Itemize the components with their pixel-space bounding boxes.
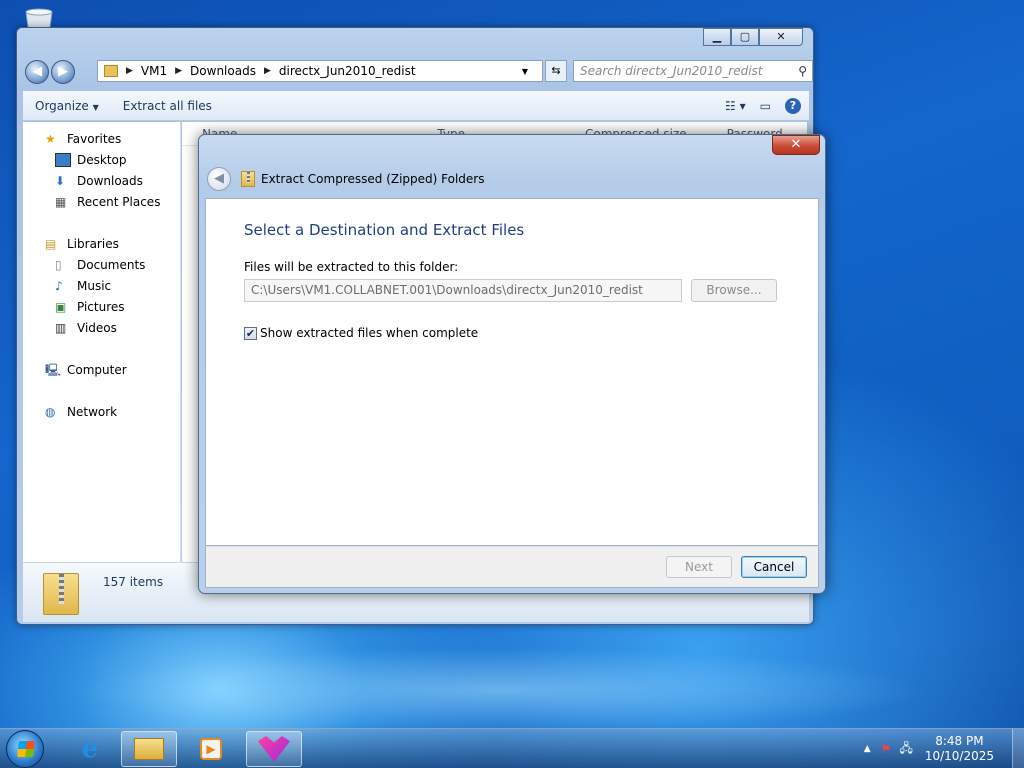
preview-pane-icon[interactable]: ▭ xyxy=(760,99,771,113)
show-extracted-checkbox-row[interactable]: ✔ Show extracted files when complete xyxy=(244,326,478,340)
dialog-footer: Next Cancel xyxy=(205,546,819,588)
taskbar: e ▶ ▲ ⚑ 🖧 8:48 PM 10/10/2025 xyxy=(0,728,1024,768)
organize-label: Organize xyxy=(35,98,89,113)
nav-label: Pictures xyxy=(77,300,125,314)
star-icon: ★ xyxy=(45,132,56,146)
maximize-button[interactable]: ▢ xyxy=(731,28,759,46)
nav-desktop[interactable]: Desktop xyxy=(55,153,127,167)
nav-label: Libraries xyxy=(67,237,119,251)
close-button[interactable]: ✕ xyxy=(759,28,803,46)
taskbar-app[interactable] xyxy=(246,731,302,767)
nav-label: Desktop xyxy=(77,153,127,167)
desktop-icon xyxy=(55,153,71,167)
navigation-bar: ◀ ▶ ▶ VM1 ▶ Downloads ▶ directx_Jun2010_… xyxy=(25,58,813,86)
nav-label: Computer xyxy=(67,363,127,377)
window-controls: ▁ ▢ ✕ xyxy=(703,28,803,46)
network-status-icon[interactable]: 🖧 xyxy=(899,739,912,760)
refresh-button[interactable]: ⇆ xyxy=(545,60,567,82)
nav-downloads[interactable]: ⬇ Downloads xyxy=(55,174,143,188)
documents-icon: ▯ xyxy=(55,258,62,272)
cancel-button[interactable]: Cancel xyxy=(741,556,807,578)
folder-icon xyxy=(104,65,118,77)
clock-date: 10/10/2025 xyxy=(924,749,994,763)
search-icon[interactable]: ⚲ xyxy=(798,61,807,81)
nav-label: Favorites xyxy=(67,132,122,146)
show-extracted-label[interactable]: Show extracted files when complete xyxy=(260,326,478,340)
videos-icon: ▥ xyxy=(55,321,67,335)
nav-computer[interactable]: 🖳 Computer xyxy=(45,363,127,377)
search-input[interactable]: Search directx_Jun2010_redist ⚲ xyxy=(573,60,813,82)
item-count: 157 items xyxy=(103,575,164,589)
navigation-pane: ★ Favorites Desktop ⬇ Downloads ▦ Recent Pl… xyxy=(23,122,181,562)
zip-folder-icon xyxy=(43,573,79,615)
taskbar-internet-explorer[interactable]: e xyxy=(62,731,118,767)
nav-music[interactable]: ♪ Music xyxy=(55,279,111,293)
dialog-title: Extract Compressed (Zipped) Folders xyxy=(261,172,485,186)
minimize-button[interactable]: ▁ xyxy=(703,28,731,46)
dialog-body: Select a Destination and Extract Files F… xyxy=(205,198,819,546)
zip-folder-icon xyxy=(241,171,255,187)
next-button[interactable]: Next xyxy=(666,556,732,578)
show-desktop-button[interactable] xyxy=(1012,729,1024,768)
nav-network[interactable]: ◍ Network xyxy=(45,405,117,419)
breadcrumb-separator-icon[interactable]: ▶ xyxy=(175,66,182,76)
extract-all-button[interactable]: Extract all files xyxy=(111,99,224,113)
breadcrumb-separator-icon[interactable]: ▶ xyxy=(264,66,271,76)
destination-path-input[interactable]: C:\Users\VM1.COLLABNET.001\Downloads\dir… xyxy=(244,279,682,302)
nav-label: Music xyxy=(77,279,112,293)
breadcrumb-current[interactable]: directx_Jun2010_redist xyxy=(279,64,416,78)
command-toolbar: Organize ▼ Extract all files ☷ ▾ ▭ ? xyxy=(23,91,809,121)
view-options-icon[interactable]: ☷ ▾ xyxy=(725,99,746,113)
nav-pictures[interactable]: ▣ Pictures xyxy=(55,300,125,314)
nav-videos[interactable]: ▥ Videos xyxy=(55,321,117,335)
nav-recent-places[interactable]: ▦ Recent Places xyxy=(55,195,160,209)
media-player-icon: ▶ xyxy=(200,738,222,760)
breadcrumb-separator-icon[interactable]: ▶ xyxy=(126,66,133,76)
dialog-close-button[interactable]: ✕ xyxy=(772,135,820,155)
help-icon[interactable]: ? xyxy=(785,97,801,114)
address-dropdown-icon[interactable]: ▼ xyxy=(522,67,528,76)
nav-label: Documents xyxy=(77,258,146,272)
libraries-icon: ▤ xyxy=(45,237,57,251)
folder-label: Files will be extracted to this folder: xyxy=(244,260,459,274)
show-extracted-checkbox[interactable]: ✔ xyxy=(244,326,257,340)
nav-label: Recent Places xyxy=(77,195,161,209)
system-tray: ▲ ⚑ 🖧 8:48 PM 10/10/2025 xyxy=(864,729,1024,768)
clock-time: 8:48 PM xyxy=(935,734,984,748)
recent-places-icon: ▦ xyxy=(55,195,67,209)
dialog-heading: Select a Destination and Extract Files xyxy=(244,221,525,239)
extract-dialog: ✕ ◀ Extract Compressed (Zipped) Folders … xyxy=(198,134,826,594)
internet-explorer-icon: e xyxy=(81,734,99,764)
nav-label: Downloads xyxy=(77,174,143,188)
action-center-icon[interactable]: ⚑ xyxy=(881,742,892,756)
folder-icon xyxy=(134,738,164,760)
dialog-header: ◀ Extract Compressed (Zipped) Folders xyxy=(207,167,485,191)
browse-button[interactable]: Browse... xyxy=(691,279,777,302)
nav-favorites[interactable]: ★ Favorites xyxy=(45,132,121,146)
network-icon: ◍ xyxy=(45,405,56,419)
taskbar-media-player[interactable]: ▶ xyxy=(183,731,239,767)
start-button[interactable] xyxy=(6,730,44,768)
pictures-icon: ▣ xyxy=(55,300,67,314)
forward-button[interactable]: ▶ xyxy=(51,60,75,84)
nav-libraries[interactable]: ▤ Libraries xyxy=(45,237,119,251)
nav-label: Videos xyxy=(77,321,117,335)
breadcrumb-downloads[interactable]: Downloads xyxy=(190,64,256,78)
downloads-icon: ⬇ xyxy=(55,174,66,188)
app-icon xyxy=(258,736,290,762)
address-bar[interactable]: ▶ VM1 ▶ Downloads ▶ directx_Jun2010_redi… xyxy=(97,60,543,82)
organize-button[interactable]: Organize ▼ xyxy=(23,99,111,113)
chevron-down-icon: ▼ xyxy=(92,102,99,112)
music-icon: ♪ xyxy=(55,279,63,293)
dialog-back-button[interactable]: ◀ xyxy=(207,167,231,191)
back-button[interactable]: ◀ xyxy=(25,60,49,84)
breadcrumb-vm1[interactable]: VM1 xyxy=(141,64,167,78)
show-hidden-icons-icon[interactable]: ▲ xyxy=(864,744,871,754)
computer-icon: 🖳 xyxy=(45,363,62,377)
clock[interactable]: 8:48 PM 10/10/2025 xyxy=(925,734,994,764)
nav-documents[interactable]: ▯ Documents xyxy=(55,258,145,272)
search-placeholder: Search directx_Jun2010_redist xyxy=(580,64,763,78)
nav-label: Network xyxy=(67,405,118,419)
taskbar-windows-explorer[interactable] xyxy=(121,731,177,767)
